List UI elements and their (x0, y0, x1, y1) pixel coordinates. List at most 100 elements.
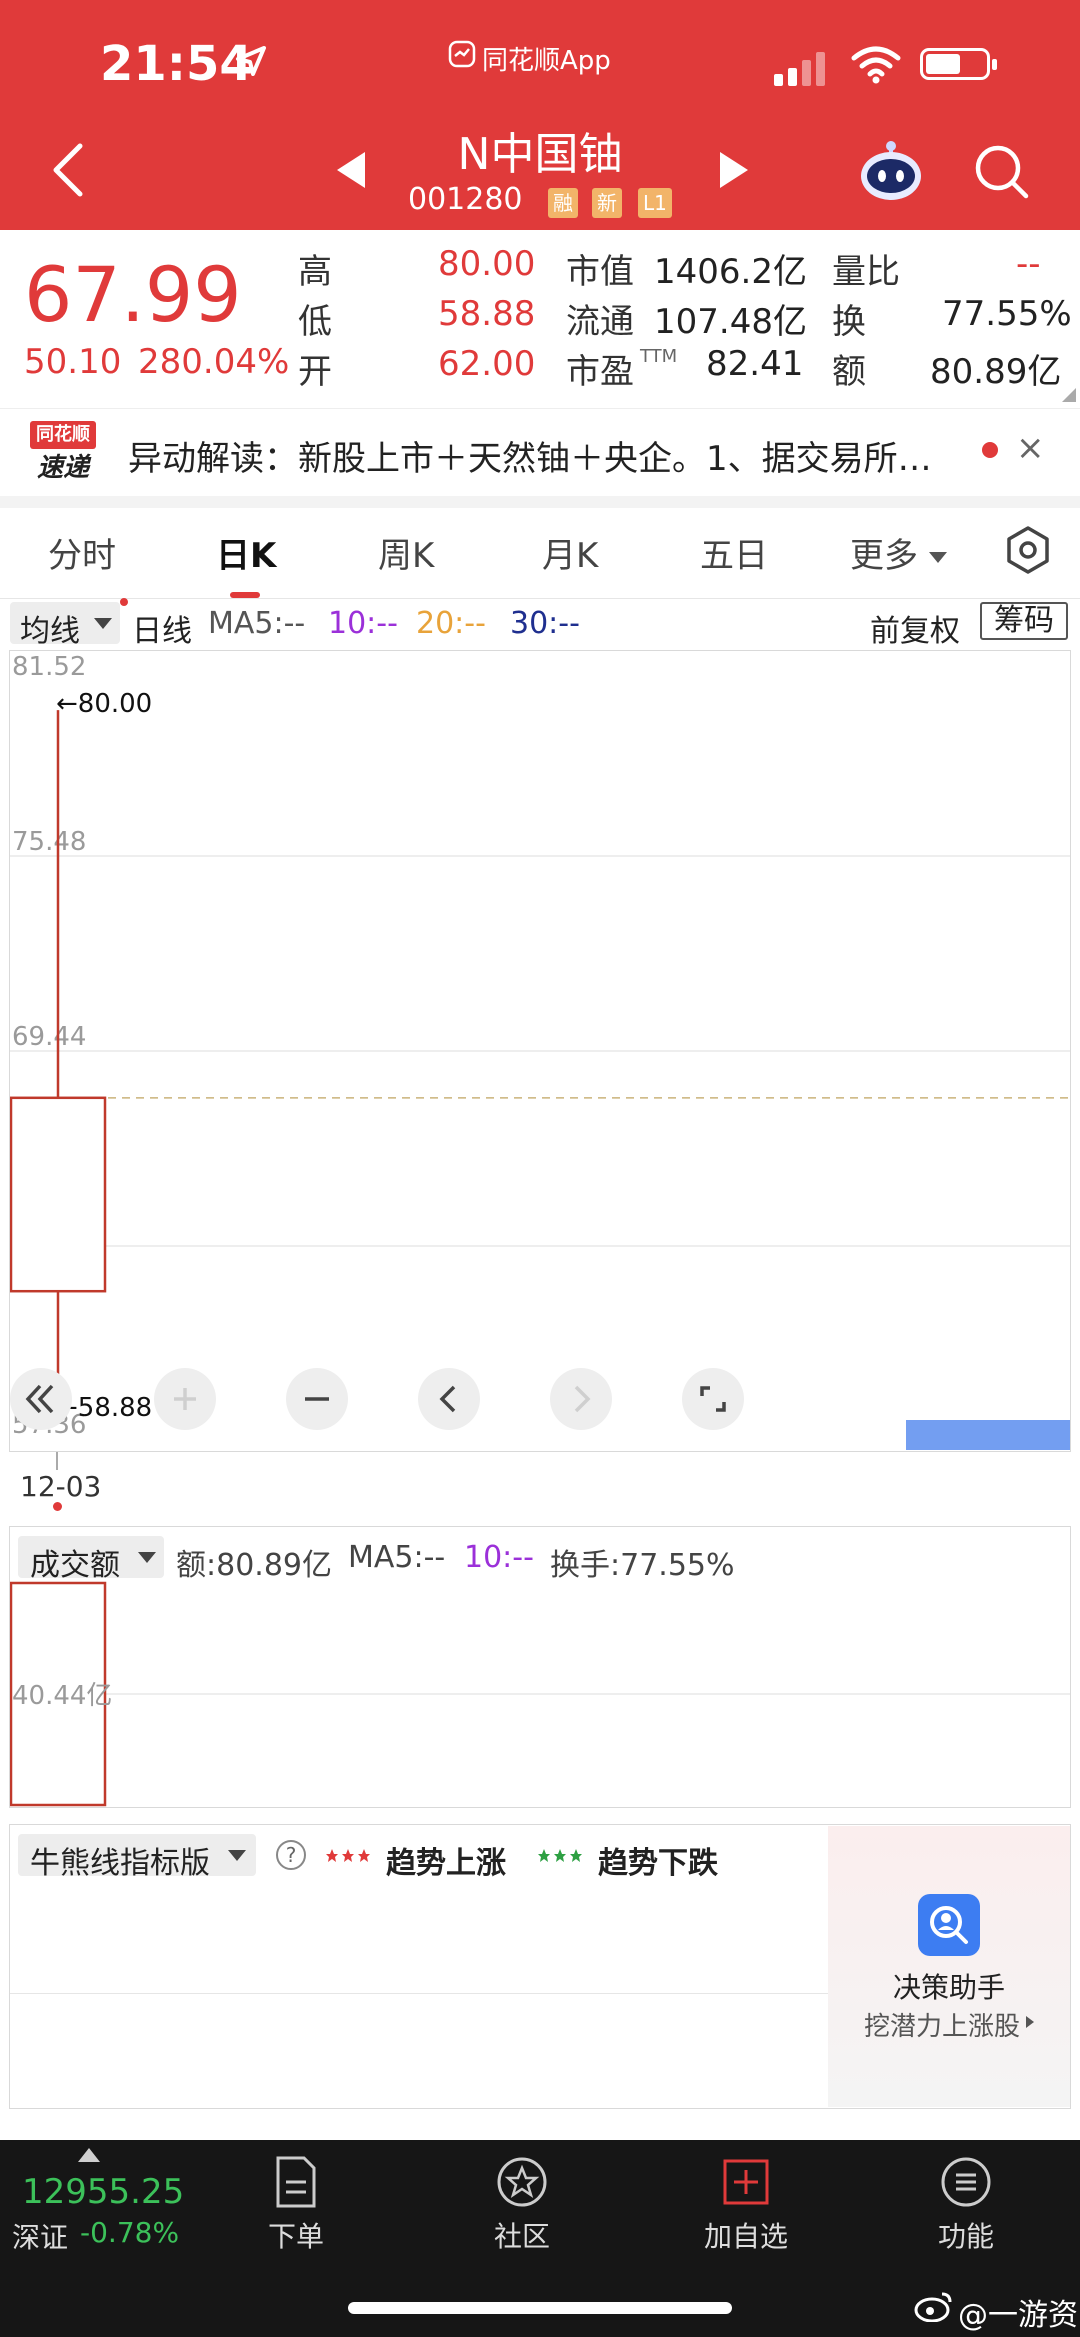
zoom-out-button[interactable] (286, 1368, 348, 1430)
dropdown-arrow-icon (94, 618, 112, 629)
watermark: @一游资 (958, 2298, 1078, 2333)
volume-select[interactable]: 成交额 (18, 1536, 164, 1583)
tab-intraday[interactable]: 分时 (48, 528, 116, 577)
index-value[interactable]: 12955.25 (22, 2172, 184, 2212)
volume-select-label: 成交额 (30, 1548, 120, 1583)
volume-indicator-row: 成交额 额:80.89亿 MA5:-- 10:-- 换手:77.55% (0, 1534, 1080, 1583)
news-text[interactable]: 异动解读：新股上市＋天然铀＋央企。1、据交易所… (128, 431, 932, 480)
menu-circle-icon (941, 2157, 991, 2207)
price-change: 50.10 (24, 342, 122, 382)
index-up-arrow-icon (78, 2148, 100, 2162)
tab-five-day[interactable]: 五日 (700, 528, 768, 577)
downtrend-label: 趋势下跌 (598, 1846, 718, 1881)
scroll-left-button[interactable] (418, 1368, 480, 1430)
community-star-icon (497, 2157, 547, 2207)
robot-assistant-icon[interactable] (858, 140, 924, 202)
news-logo-bottom: 速递 (36, 453, 89, 483)
signal-bar-icon (802, 60, 811, 86)
kline-chart-svg: 81.5275.4869.4463.4057.36←80.00←58.88 (10, 652, 1070, 1440)
location-arrow-icon (236, 46, 266, 76)
scroll-right-button[interactable] (550, 1368, 612, 1430)
label-high: 高 (298, 252, 332, 292)
status-app-name: 同花顺App (482, 46, 611, 76)
signal-bar-icon (816, 52, 825, 86)
tab-monthly-k[interactable]: 月K (542, 528, 598, 577)
ma-select-label: 均线 (20, 614, 80, 649)
value-low: 58.88 (438, 294, 536, 334)
collapse-left-button[interactable] (10, 1368, 72, 1430)
battery-icon (920, 48, 997, 80)
dropdown-arrow-icon (228, 1850, 246, 1861)
tab-more-label: 更多 (850, 536, 918, 576)
dropdown-arrow-icon (928, 552, 947, 563)
nav-order-label: 下单 (267, 2220, 324, 2253)
search-icon[interactable] (972, 142, 1030, 200)
ma20-value: 20:-- (416, 606, 486, 641)
close-news-button[interactable]: × (1016, 428, 1045, 468)
notice-dot-icon (120, 598, 128, 606)
expand-corner-icon[interactable] (1062, 388, 1076, 402)
news-banner[interactable]: 同花顺 速递 异动解读：新股上市＋天然铀＋央企。1、据交易所… (0, 408, 1080, 497)
gridline (10, 1993, 830, 1994)
tab-daily-k[interactable]: 日K (216, 528, 276, 577)
tag-level: L1 (638, 188, 672, 218)
price-change-pct: 280.04% (138, 342, 290, 382)
signal-bar-icon (774, 74, 783, 86)
label-market-cap: 市值 (566, 252, 634, 292)
indicator-select[interactable]: 牛熊线指标版 (18, 1834, 256, 1881)
value-open: 62.00 (438, 344, 536, 384)
app-logo-icon (448, 40, 476, 68)
index-name: 深证 (12, 2221, 69, 2254)
assistant-search-icon (918, 1894, 980, 1956)
nav-order[interactable]: 下单 (216, 2156, 376, 2255)
unread-dot-icon (982, 442, 998, 458)
label-open: 开 (298, 352, 332, 392)
tab-weekly-k[interactable]: 周K (378, 528, 434, 577)
volume-ma5: MA5:-- (348, 1540, 446, 1575)
label-float-cap: 流通 (566, 302, 634, 342)
nav-functions[interactable]: 功能 (886, 2156, 1046, 2255)
fullscreen-button[interactable] (682, 1368, 744, 1430)
plus-icon (174, 1388, 196, 1410)
decision-assistant-card[interactable]: 决策助手 挖潜力上涨股 (828, 1826, 1070, 2107)
news-logo: 同花顺 速递 (30, 421, 96, 485)
nav-add-watchlist[interactable]: 加自选 (666, 2156, 826, 2255)
order-document-icon (276, 2156, 316, 2208)
value-pe: 82.41 (706, 344, 804, 384)
weibo-logo-icon (914, 2292, 952, 2322)
dropdown-arrow-icon (138, 1552, 156, 1563)
help-icon[interactable]: ? (276, 1840, 306, 1870)
ma10-value: 10:-- (328, 606, 398, 641)
nav-functions-label: 功能 (937, 2220, 994, 2253)
indicator-select-label: 牛熊线指标版 (30, 1846, 210, 1881)
news-logo-top: 同花顺 (30, 421, 96, 449)
nav-add-watchlist-label: 加自选 (703, 2220, 788, 2253)
y-tick-label: 81.52 (12, 652, 86, 682)
quote-panel: 67.99 50.10 280.04% 高 80.00 市值 1406.2亿 量… (0, 230, 1080, 405)
minus-icon (305, 1397, 329, 1401)
nav-community[interactable]: 社区 (442, 2156, 602, 2255)
label-volume-ratio: 量比 (832, 252, 900, 292)
triangle-right-icon (1026, 2016, 1034, 2028)
status-time: 21:54 (100, 36, 253, 92)
kline-chart[interactable]: 81.5275.4869.4463.4057.36←80.00←58.88 (9, 650, 1071, 1452)
ma30-value: 30:-- (510, 606, 580, 641)
zoom-in-button[interactable] (154, 1368, 216, 1430)
value-volume-ratio: -- (1016, 244, 1041, 284)
add-watchlist-icon (723, 2159, 769, 2205)
ma-select[interactable]: 均线 (10, 602, 120, 649)
home-indicator[interactable] (348, 2302, 732, 2314)
fullscreen-icon (700, 1386, 726, 1412)
settings-hexagon-icon[interactable] (1006, 525, 1050, 575)
adjust-mode[interactable]: 前复权 (870, 606, 960, 650)
nav-community-label: 社区 (493, 2220, 550, 2253)
current-price: 67.99 (24, 250, 242, 339)
tab-more[interactable]: 更多 (850, 528, 947, 577)
assistant-title: 决策助手 (892, 1971, 1005, 2004)
next-stock-icon[interactable] (720, 152, 748, 188)
value-float-cap: 107.48亿 (654, 302, 807, 342)
chips-button[interactable]: 筹码 (980, 602, 1068, 640)
period-tabs: 分时 日K 周K 月K 五日 更多 (0, 508, 1080, 599)
chart-scroll-thumb[interactable] (906, 1420, 1070, 1450)
stock-code: 001280 (408, 182, 523, 217)
